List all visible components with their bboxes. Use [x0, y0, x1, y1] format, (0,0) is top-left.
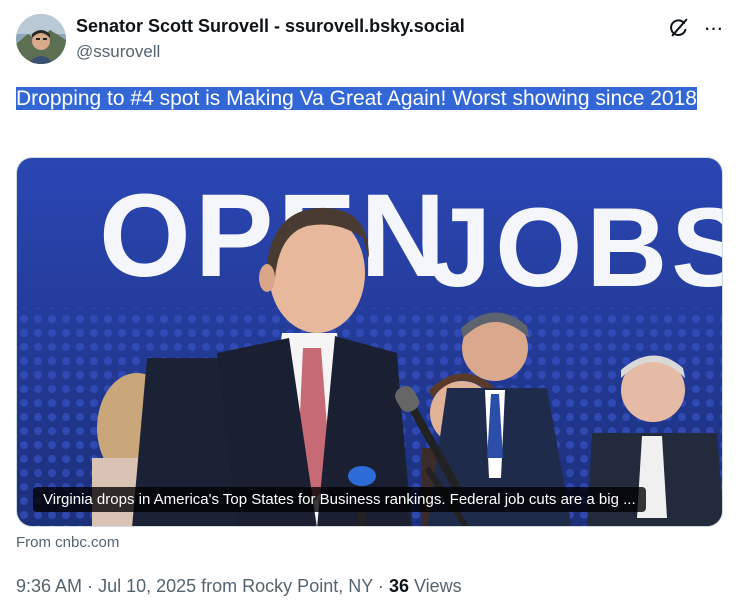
tweet-text-content: Dropping to #4 spot is Making Va Great A…: [16, 87, 697, 110]
meta-separator: ·: [87, 576, 94, 596]
tweet-meta: 9:36 AM · Jul 10, 2025 from Rocky Point,…: [16, 576, 462, 597]
meta-separator-2: ·: [377, 576, 384, 596]
author-handle[interactable]: @ssurovell: [76, 42, 160, 62]
more-icon[interactable]: ···: [700, 15, 726, 41]
tweet-location: from Rocky Point, NY: [201, 576, 373, 596]
link-source[interactable]: From cnbc.com: [16, 534, 119, 551]
article-image: OPEN JOBS: [17, 158, 723, 526]
tweet-time[interactable]: 9:36 AM: [16, 576, 82, 596]
link-card[interactable]: OPEN JOBS Virginia drops in America's To…: [16, 157, 723, 527]
avatar[interactable]: [16, 14, 66, 64]
tweet-date[interactable]: Jul 10, 2025: [98, 576, 196, 596]
link-card-caption: Virginia drops in America's Top States f…: [33, 487, 646, 512]
views-label: Views: [413, 576, 462, 596]
grok-icon[interactable]: [666, 15, 692, 41]
avatar-photo: [16, 14, 66, 64]
sign-jobs-text: JOBS: [429, 185, 723, 310]
tweet-text: Dropping to #4 spot is Making Va Great A…: [16, 84, 716, 113]
views-count: 36: [388, 576, 409, 596]
author-display-name[interactable]: Senator Scott Surovell - ssurovell.bsky.…: [76, 16, 465, 37]
